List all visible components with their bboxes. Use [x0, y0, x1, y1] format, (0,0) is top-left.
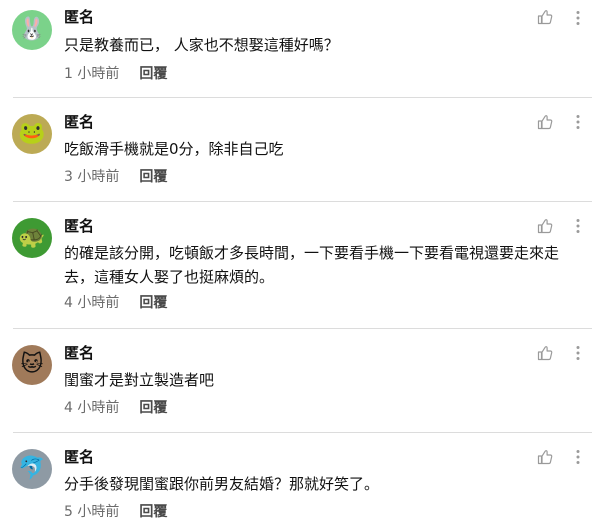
thumbs-up-icon[interactable] — [537, 9, 553, 25]
more-vertical-icon[interactable] — [574, 345, 582, 361]
more-vertical-icon[interactable] — [574, 10, 582, 26]
avatar-glyph: 🐢 — [18, 225, 46, 250]
author-name[interactable]: 匿名 — [64, 217, 94, 235]
comment-meta: 1 小時前 回覆 — [64, 65, 167, 83]
timestamp: 4 小時前 — [64, 295, 120, 311]
reply-button[interactable]: 回覆 — [139, 168, 167, 186]
timestamp: 4 小時前 — [64, 400, 120, 416]
reply-button[interactable]: 回覆 — [139, 503, 167, 521]
comment-text: 的確是該分開，吃頓飯才多長時間，一下要看手機一下要看電視還要走來走去，這種女人娶… — [64, 244, 560, 286]
more-vertical-icon[interactable] — [574, 114, 582, 130]
timestamp: 5 小時前 — [64, 504, 120, 520]
turtle-icon[interactable]: 🐢 — [12, 218, 52, 258]
comment-meta: 5 小時前 回覆 — [64, 503, 167, 521]
comment-meta: 3 小時前 回覆 — [64, 168, 167, 186]
reply-button[interactable]: 回覆 — [139, 294, 167, 312]
avatar-glyph: 🐬 — [18, 456, 46, 481]
comment-meta: 4 小時前 回覆 — [64, 399, 167, 417]
reply-button[interactable]: 回覆 — [139, 399, 167, 417]
comment-meta: 4 小時前 回覆 — [64, 294, 167, 312]
author-name[interactable]: 匿名 — [64, 344, 94, 362]
comment-text: 只是教養而已， 人家也不想娶這種好嗎？ — [64, 36, 339, 54]
rabbit-icon[interactable]: 🐰 — [12, 10, 52, 50]
divider — [13, 201, 592, 202]
thumbs-up-icon[interactable] — [537, 218, 553, 234]
comment-text: 閨蜜才是對立製造者吧 — [64, 371, 215, 389]
comment-text: 分手後發現閨蜜跟你前男友結婚？那就好笑了。 — [64, 475, 380, 493]
thumbs-up-icon[interactable] — [537, 345, 553, 361]
author-name[interactable]: 匿名 — [64, 448, 94, 466]
timestamp: 3 小時前 — [64, 169, 120, 185]
cat-icon[interactable]: 🐱 — [12, 345, 52, 385]
frog-icon[interactable]: 🐸 — [12, 114, 52, 154]
thumbs-up-icon[interactable] — [537, 114, 553, 130]
divider — [13, 328, 592, 329]
avatar-glyph: 🐸 — [18, 121, 46, 146]
avatar-glyph: 🐱 — [20, 352, 44, 377]
divider — [13, 97, 592, 98]
thumbs-up-icon[interactable] — [537, 449, 553, 465]
dolphin-icon[interactable]: 🐬 — [12, 449, 52, 489]
author-name[interactable]: 匿名 — [64, 113, 94, 131]
comment-text: 吃飯滑手機就是0分，除非自己吃 — [64, 140, 284, 158]
more-vertical-icon[interactable] — [574, 449, 582, 465]
reply-button[interactable]: 回覆 — [139, 65, 167, 83]
avatar-glyph: 🐰 — [18, 17, 46, 42]
divider — [13, 432, 592, 433]
timestamp: 1 小時前 — [64, 66, 120, 82]
more-vertical-icon[interactable] — [574, 218, 582, 234]
author-name[interactable]: 匿名 — [64, 8, 94, 26]
